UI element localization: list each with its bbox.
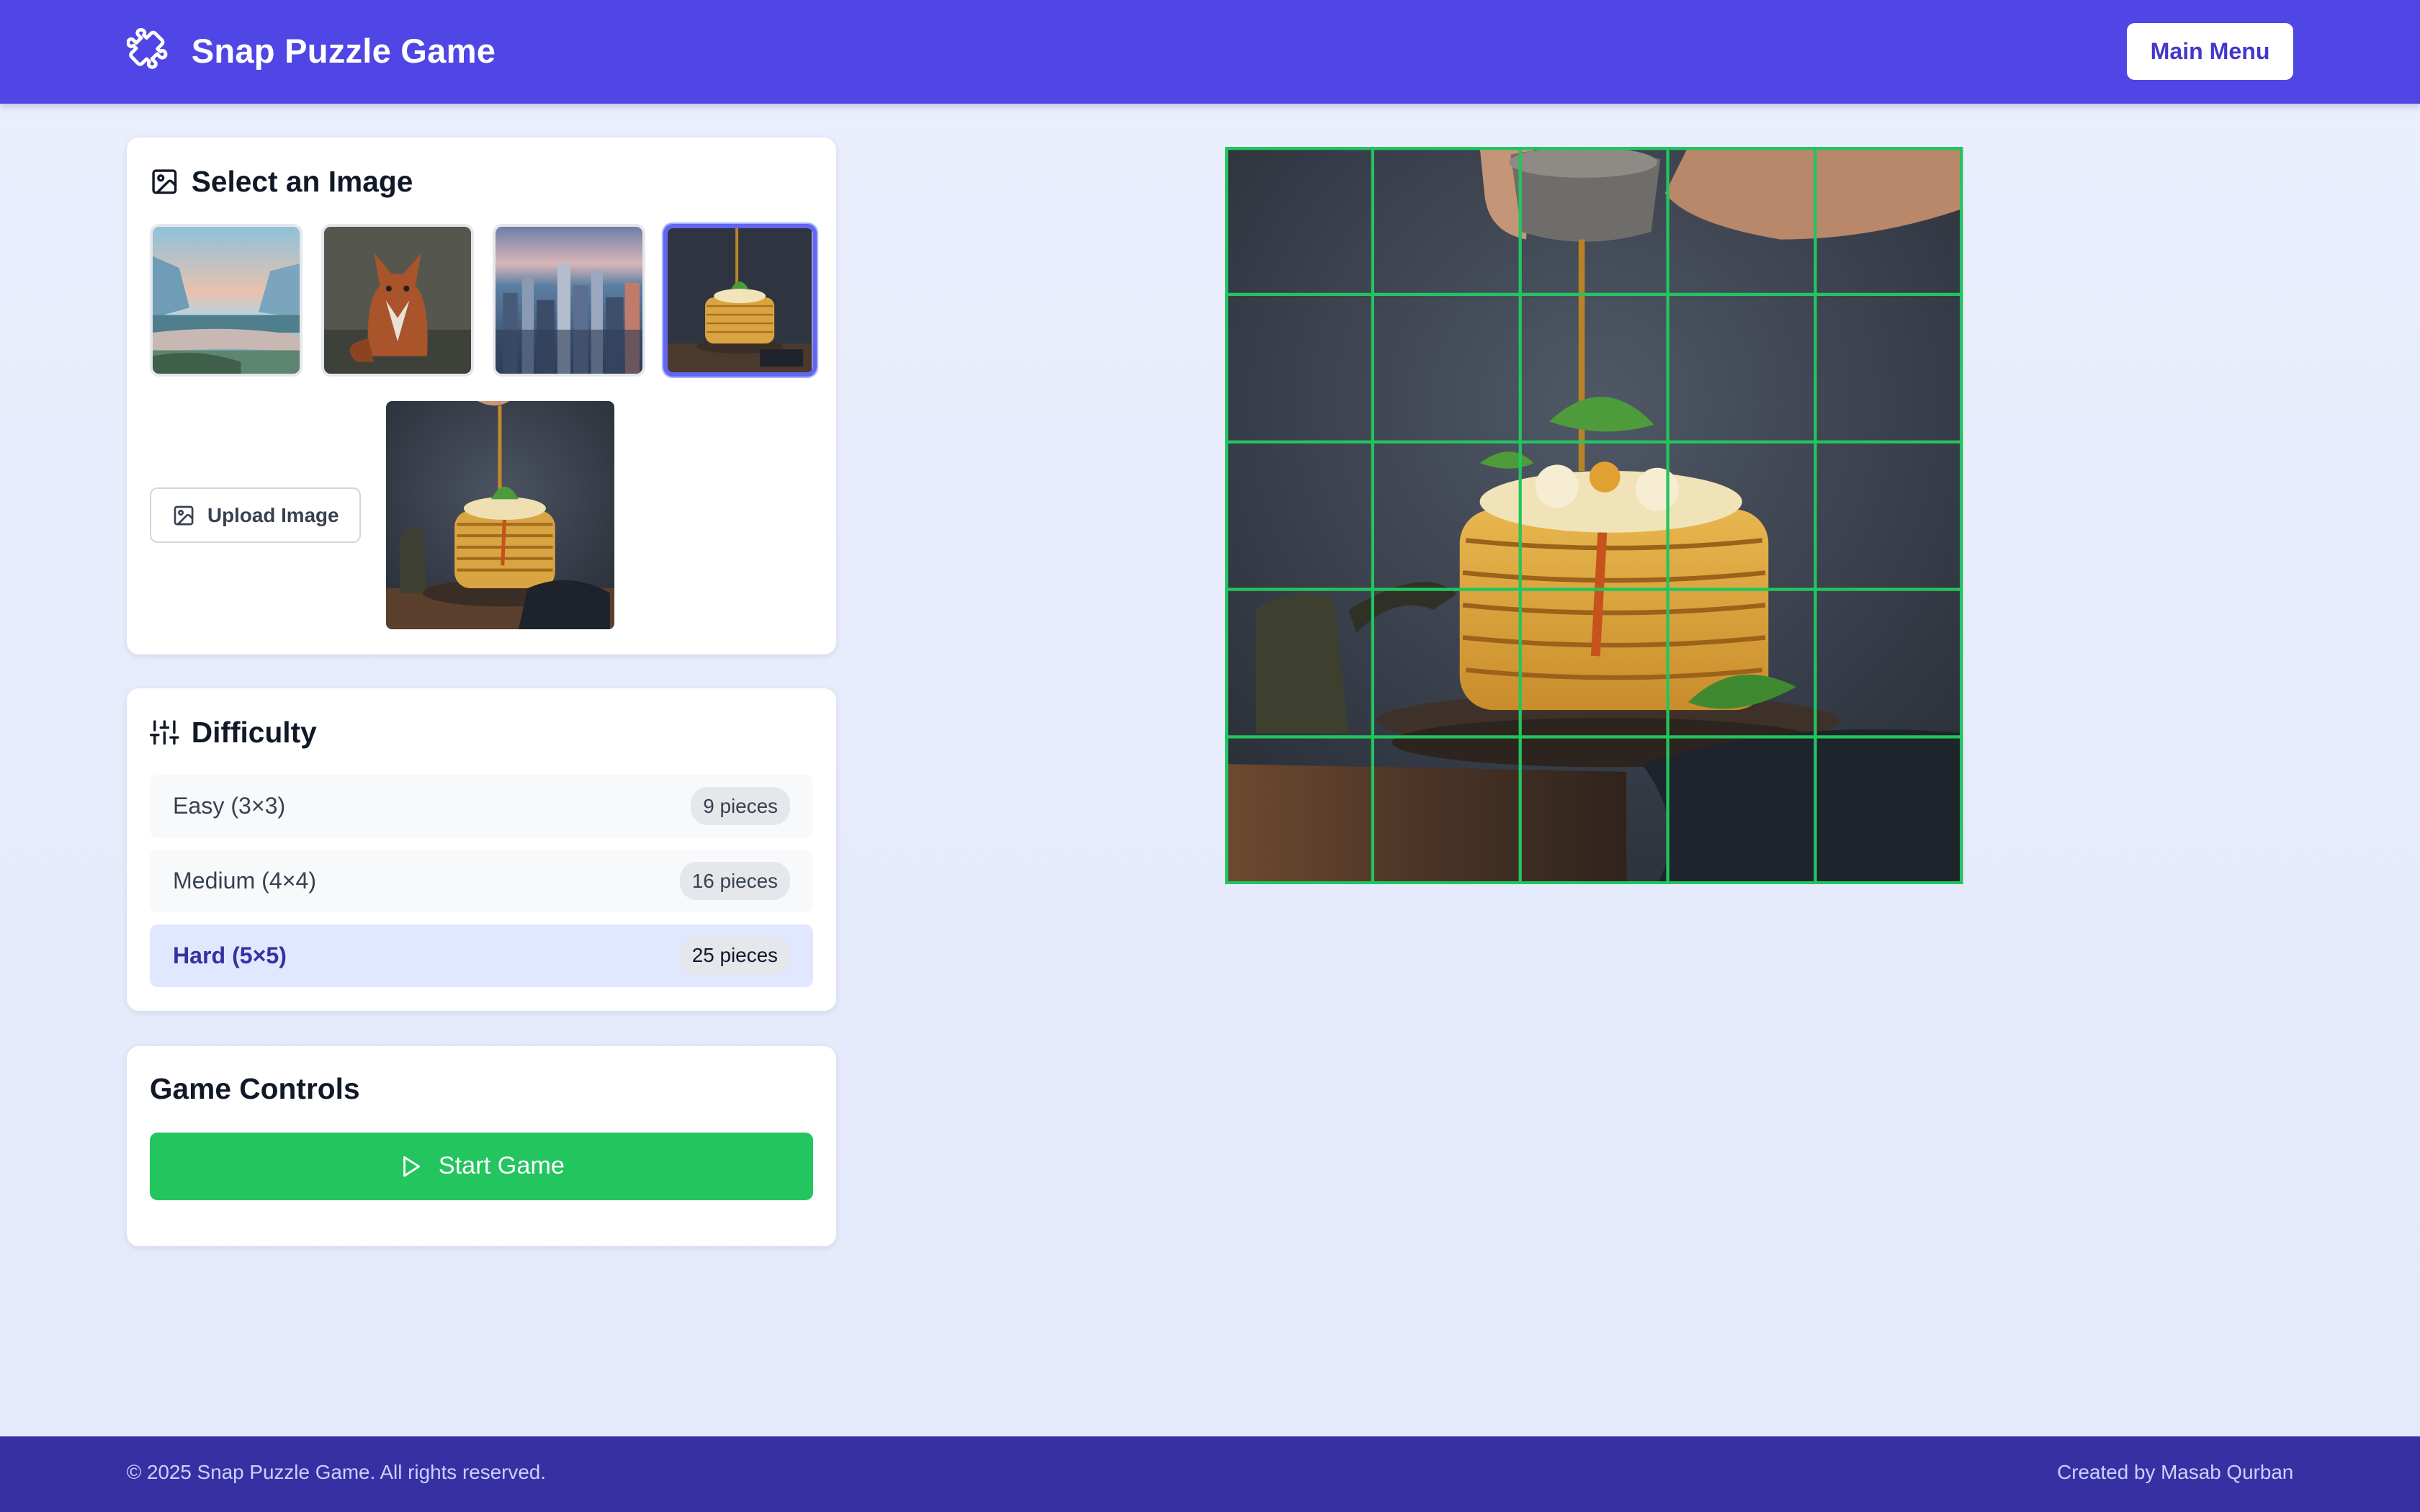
- game-controls-heading: Game Controls: [150, 1072, 360, 1106]
- difficulty-option-hard[interactable]: Hard (5×5) 25 pieces: [149, 924, 814, 988]
- thumbnail-city[interactable]: [492, 223, 645, 377]
- footer: © 2025 Snap Puzzle Game. All rights rese…: [0, 1436, 2420, 1512]
- difficulty-label: Medium (4×4): [172, 868, 317, 894]
- puzzle-image: [1225, 146, 1963, 884]
- pancakes-preview-image: [385, 401, 614, 630]
- image-select-title: Select an Image: [191, 165, 413, 199]
- thumbnail-pancakes[interactable]: [663, 223, 817, 377]
- difficulty-label: Easy (3×3): [172, 793, 286, 819]
- difficulty-option-easy[interactable]: Easy (3×3) 9 pieces: [149, 774, 814, 838]
- thumbnail-fox[interactable]: [321, 223, 474, 377]
- city-skyline-image: [495, 226, 642, 374]
- brand: Snap Puzzle Game: [126, 27, 496, 74]
- top-navbar: Snap Puzzle Game Main Menu: [0, 0, 2420, 104]
- difficulty-title: Difficulty: [191, 716, 317, 750]
- image-select-card: Select an Image Upload Image: [126, 137, 837, 654]
- game-controls-title: Game Controls: [149, 1072, 360, 1106]
- difficulty-card: Difficulty Easy (3×3) 9 pieces Medium (4…: [126, 688, 837, 1011]
- difficulty-option-medium[interactable]: Medium (4×4) 16 pieces: [149, 849, 814, 913]
- selected-image-preview: [385, 401, 614, 630]
- start-game-button[interactable]: Start Game: [149, 1132, 814, 1201]
- image-select-heading: Select an Image: [150, 165, 413, 199]
- fox-image: [323, 226, 471, 374]
- difficulty-label: Hard (5×5): [172, 942, 287, 968]
- play-icon: [403, 1156, 421, 1177]
- difficulty-heading: Difficulty: [149, 716, 317, 750]
- thumbnail-list: [149, 223, 817, 377]
- upload-image-button[interactable]: Upload Image: [149, 487, 362, 544]
- app-root: Snap Puzzle Game Main Menu Select an Ima…: [0, 0, 2420, 1512]
- pancakes-thumb-image: [668, 228, 812, 372]
- image-icon: [174, 505, 194, 526]
- copyright-text: © 2025 Snap Puzzle Game. All rights rese…: [126, 1461, 547, 1484]
- image-icon: [152, 169, 177, 194]
- credit-text: Created by Masab Qurban: [2057, 1461, 2294, 1484]
- mountain-lake-image: [152, 226, 300, 374]
- difficulty-options: Easy (3×3) 9 pieces Medium (4×4) 16 piec…: [149, 774, 814, 999]
- upload-image-label: Upload Image: [207, 503, 339, 526]
- sliders-icon: [149, 720, 179, 745]
- piece-count-badge: 25 pieces: [679, 936, 791, 976]
- main-menu-button[interactable]: Main Menu: [2126, 23, 2294, 81]
- piece-count-badge: 16 pieces: [679, 861, 791, 901]
- piece-count-badge: 9 pieces: [691, 786, 791, 826]
- game-controls-card: Game Controls Start Game: [126, 1045, 837, 1247]
- start-game-label: Start Game: [438, 1152, 565, 1180]
- puzzle-piece-icon: [126, 27, 168, 69]
- puzzle-board[interactable]: [1225, 146, 1963, 884]
- thumbnail-mountain-lake[interactable]: [149, 223, 302, 377]
- app-title: Snap Puzzle Game: [191, 32, 496, 71]
